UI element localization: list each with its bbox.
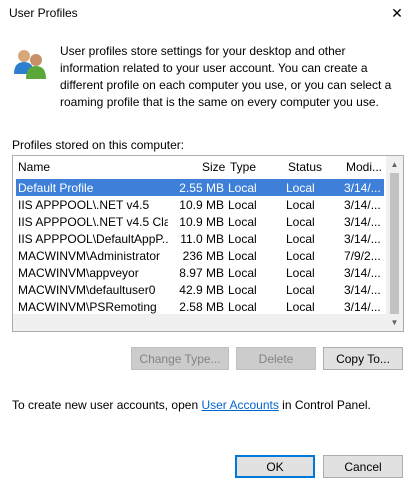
table-row[interactable]: MACWINVM\PSRemoting 2.58 MB Local Local … — [16, 298, 384, 315]
cell-status: Local — [286, 181, 315, 195]
cell-modified: 3/14/... — [344, 283, 381, 297]
cell-status: Local — [286, 249, 315, 263]
copy-to-button[interactable]: Copy To... — [323, 347, 403, 370]
cell-size: 42.9 MB — [179, 283, 224, 297]
cancel-button[interactable]: Cancel — [323, 455, 403, 478]
cell-type: Local — [228, 232, 257, 246]
cell-modified: 3/14/... — [344, 181, 381, 195]
column-header-modified[interactable]: Modi... — [346, 160, 382, 174]
ok-button[interactable]: OK — [235, 455, 315, 478]
vertical-scrollbar[interactable]: ▲ ▼ — [386, 156, 403, 331]
cell-name: MACWINVM\appveyor — [18, 266, 139, 280]
footer-suffix: in Control Panel. — [278, 398, 371, 412]
table-row[interactable]: MACWINVM\Administrator 236 MB Local Loca… — [16, 247, 384, 264]
cell-type: Local — [228, 266, 257, 280]
cell-type: Local — [228, 300, 257, 314]
cell-size: 11.0 MB — [180, 232, 224, 246]
user-accounts-link[interactable]: User Accounts — [201, 398, 278, 412]
change-type-button[interactable]: Change Type... — [131, 347, 229, 370]
cell-modified: 3/14/... — [344, 198, 381, 212]
cell-modified: 7/9/2... — [344, 249, 381, 263]
delete-button[interactable]: Delete — [236, 347, 316, 370]
table-row[interactable]: IIS APPPOOL\.NET v4.5 10.9 MB Local Loca… — [16, 196, 384, 213]
table-row[interactable]: Default Profile 2.55 MB Local Local 3/14… — [16, 179, 384, 196]
cell-modified: 3/14/... — [344, 266, 381, 280]
cell-status: Local — [286, 283, 315, 297]
close-icon: ✕ — [391, 4, 403, 21]
cell-modified: 3/14/... — [344, 300, 381, 314]
cell-modified: 3/14/... — [344, 232, 381, 246]
cell-size: 236 MB — [182, 249, 224, 263]
cell-type: Local — [228, 215, 257, 229]
cell-status: Local — [286, 232, 315, 246]
footer-text: To create new user accounts, open User A… — [12, 398, 371, 412]
horizontal-scrollbar[interactable] — [13, 314, 386, 331]
description-text: User profiles store settings for your de… — [60, 44, 392, 109]
cell-type: Local — [228, 283, 257, 297]
column-header-status[interactable]: Status — [288, 160, 322, 174]
cell-name: IIS APPPOOL\.NET v4.5 — [18, 198, 150, 212]
cell-name: IIS APPPOOL\DefaultAppP... — [18, 232, 168, 246]
cell-status: Local — [286, 266, 315, 280]
cell-name: MACWINVM\PSRemoting — [18, 300, 157, 314]
table-row[interactable]: IIS APPPOOL\DefaultAppP... 11.0 MB Local… — [16, 230, 384, 247]
cell-name: Default Profile — [18, 181, 94, 195]
cell-name: IIS APPPOOL\.NET v4.5 Cla... — [18, 215, 168, 229]
cell-modified: 3/14/... — [344, 215, 381, 229]
title-bar: User Profiles ✕ — [0, 0, 412, 30]
scroll-up-icon[interactable]: ▲ — [386, 156, 403, 173]
table-row[interactable]: IIS APPPOOL\.NET v4.5 Cla... 10.9 MB Loc… — [16, 213, 384, 230]
cell-size: 8.97 MB — [179, 266, 224, 280]
cell-status: Local — [286, 215, 315, 229]
cell-type: Local — [228, 181, 257, 195]
cell-name: MACWINVM\Administrator — [18, 249, 161, 263]
profiles-list[interactable]: Name Size Type Status Modi... Default Pr… — [12, 155, 404, 332]
users-icon — [12, 46, 48, 82]
table-row[interactable]: MACWINVM\defaultuser0 42.9 MB Local Loca… — [16, 281, 384, 298]
cell-size: 2.58 MB — [179, 300, 224, 314]
close-button[interactable]: ✕ — [382, 0, 412, 26]
scrollbar-thumb[interactable] — [390, 173, 399, 314]
cell-status: Local — [286, 300, 315, 314]
window-title: User Profiles — [9, 6, 78, 20]
footer-prefix: To create new user accounts, open — [12, 398, 202, 412]
cell-name: MACWINVM\defaultuser0 — [18, 283, 156, 297]
cell-size: 10.9 MB — [179, 215, 224, 229]
column-header-size[interactable]: Size — [202, 160, 225, 174]
profiles-label: Profiles stored on this computer: — [12, 138, 185, 152]
cell-status: Local — [286, 198, 315, 212]
table-row[interactable]: MACWINVM\appveyor 8.97 MB Local Local 3/… — [16, 264, 384, 281]
cell-type: Local — [228, 249, 257, 263]
column-header-type[interactable]: Type — [230, 160, 256, 174]
cell-size: 10.9 MB — [179, 198, 224, 212]
column-header-name[interactable]: Name — [18, 160, 50, 174]
scroll-down-icon[interactable]: ▼ — [386, 314, 403, 331]
cell-size: 2.55 MB — [179, 181, 224, 195]
list-header: Name Size Type Status Modi... — [13, 156, 403, 176]
cell-type: Local — [228, 198, 257, 212]
